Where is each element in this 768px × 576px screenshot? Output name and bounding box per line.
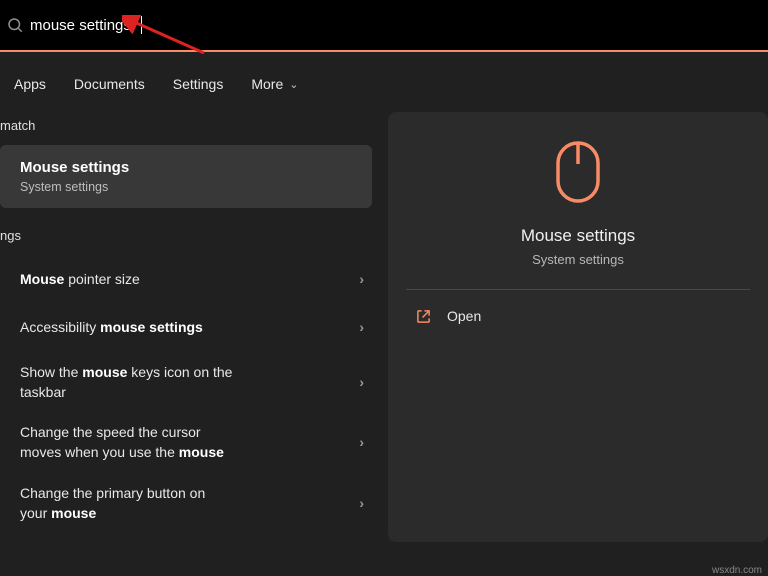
chevron-down-icon: ⌄	[289, 78, 298, 91]
tab-more[interactable]: More ⌄	[251, 76, 298, 92]
open-external-icon	[416, 309, 431, 324]
open-label: Open	[447, 308, 481, 324]
search-icon	[6, 16, 24, 34]
result-text: Change the primary button on your mouse	[20, 483, 221, 524]
chevron-right-icon: ›	[359, 374, 364, 390]
preview-subtitle: System settings	[532, 252, 624, 267]
preview-title: Mouse settings	[521, 226, 635, 246]
result-primary-button[interactable]: Change the primary button on your mouse …	[0, 473, 382, 534]
result-show-mouse-keys-icon[interactable]: Show the mouse keys icon on the taskbar …	[0, 352, 382, 413]
result-accessibility-mouse-settings[interactable]: Accessibility mouse settings ›	[0, 303, 382, 351]
tab-more-label: More	[251, 76, 283, 92]
best-match-subtitle: System settings	[20, 180, 358, 194]
chevron-right-icon: ›	[359, 495, 364, 511]
result-text: Show the mouse keys icon on the taskbar	[20, 362, 248, 403]
filter-tabs: Apps Documents Settings More ⌄	[0, 52, 768, 112]
chevron-right-icon: ›	[359, 434, 364, 450]
result-mouse-pointer-size[interactable]: Mouse pointer size ›	[0, 255, 382, 303]
result-text: Accessibility mouse settings	[20, 317, 219, 337]
section-best-match-label: match	[0, 112, 382, 145]
result-cursor-speed[interactable]: Change the speed the cursor moves when y…	[0, 412, 382, 473]
section-settings-label: ngs	[0, 222, 382, 255]
tab-apps[interactable]: Apps	[14, 76, 46, 92]
chevron-right-icon: ›	[359, 319, 364, 335]
result-text: Change the speed the cursor moves when y…	[20, 422, 240, 463]
watermark: wsxdn.com	[712, 565, 762, 576]
tab-documents[interactable]: Documents	[74, 76, 145, 92]
preview-pane: Mouse settings System settings Open	[388, 112, 768, 542]
mouse-icon	[555, 140, 601, 204]
open-action[interactable]: Open	[388, 290, 768, 342]
tab-settings[interactable]: Settings	[173, 76, 224, 92]
result-text: Mouse pointer size	[20, 269, 156, 289]
best-match-result[interactable]: Mouse settings System settings	[0, 145, 372, 208]
best-match-title: Mouse settings	[20, 159, 358, 176]
search-bar	[0, 0, 768, 50]
chevron-right-icon: ›	[359, 271, 364, 287]
results-panel: match Mouse settings System settings ngs…	[0, 112, 388, 542]
search-input[interactable]	[30, 16, 142, 34]
